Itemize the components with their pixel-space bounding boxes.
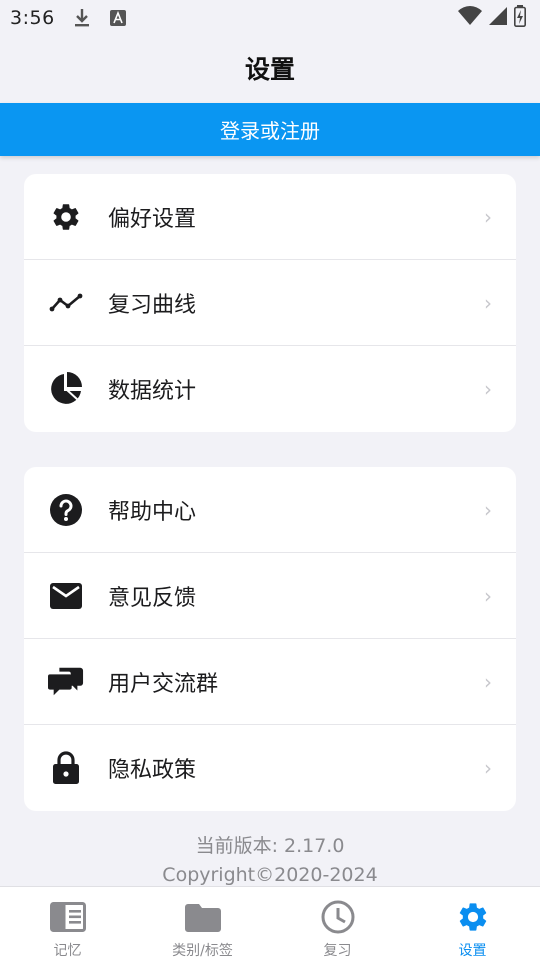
row-preferences[interactable]: 偏好设置 › [24, 174, 516, 260]
memo-icon [49, 899, 86, 934]
tab-label: 复习 [323, 943, 352, 959]
tab-label: 设置 [458, 943, 487, 959]
row-label: 意见反馈 [108, 585, 197, 611]
version-text: 当前版本: 2.17.0 [195, 835, 345, 857]
row-label: 隐私政策 [108, 758, 197, 783]
tab-label: 记忆 [53, 943, 82, 959]
chevron-right-icon: › [484, 583, 492, 608]
bottom-tab-bar: 记忆 类别/标签 复习 设置 [0, 886, 540, 960]
chevron-right-icon: › [484, 669, 492, 694]
tab-label: 类别/标签 [172, 943, 233, 959]
row-help-center[interactable]: 帮助中心 › [24, 467, 516, 553]
row-feedback[interactable]: 意见反馈 › [24, 553, 516, 639]
row-label: 用户交流群 [108, 671, 219, 697]
chevron-right-icon: › [484, 756, 492, 780]
tab-memory[interactable]: 记忆 [0, 887, 135, 960]
wifi-icon [458, 6, 482, 30]
signal-icon [488, 6, 508, 30]
login-register-button[interactable]: 登录或注册 [0, 103, 540, 156]
version-info: 当前版本: 2.17.0 Copyright©2020-2024 [0, 832, 540, 890]
clock-icon [320, 899, 356, 934]
tab-categories[interactable]: 类别/标签 [135, 887, 270, 960]
row-statistics[interactable]: 数据统计 › [24, 346, 516, 432]
line-chart-icon [48, 285, 84, 321]
download-icon [73, 9, 91, 27]
row-review-curve[interactable]: 复习曲线 › [24, 260, 516, 346]
status-bar: 3:56 [0, 0, 540, 36]
row-user-group[interactable]: 用户交流群 › [24, 639, 516, 725]
battery-icon [514, 5, 526, 31]
chat-icon [48, 664, 84, 700]
row-label: 数据统计 [108, 379, 197, 404]
tab-review[interactable]: 复习 [270, 887, 405, 960]
chevron-right-icon: › [484, 497, 492, 522]
row-privacy-policy[interactable]: 隐私政策 › [24, 725, 516, 811]
chevron-right-icon: › [484, 290, 492, 315]
gear-icon [48, 199, 84, 235]
settings-group-2: 帮助中心 › 意见反馈 › 用户交流群 › 隐私政策 › [24, 467, 516, 811]
page-title: 设置 [244, 55, 295, 84]
chevron-right-icon: › [484, 204, 492, 229]
lock-icon [48, 750, 84, 786]
chevron-right-icon: › [484, 377, 492, 401]
mail-icon [48, 578, 84, 614]
row-label: 帮助中心 [108, 499, 197, 525]
status-time: 3:56 [10, 7, 55, 29]
gear-icon [455, 899, 491, 934]
folder-icon [184, 899, 221, 934]
font-app-icon [109, 9, 127, 27]
row-label: 偏好设置 [108, 206, 197, 232]
tab-settings[interactable]: 设置 [405, 887, 540, 960]
row-label: 复习曲线 [108, 292, 197, 318]
pie-chart-icon [48, 371, 84, 407]
settings-group-1: 偏好设置 › 复习曲线 › 数据统计 › [24, 174, 516, 432]
help-icon [48, 492, 84, 528]
